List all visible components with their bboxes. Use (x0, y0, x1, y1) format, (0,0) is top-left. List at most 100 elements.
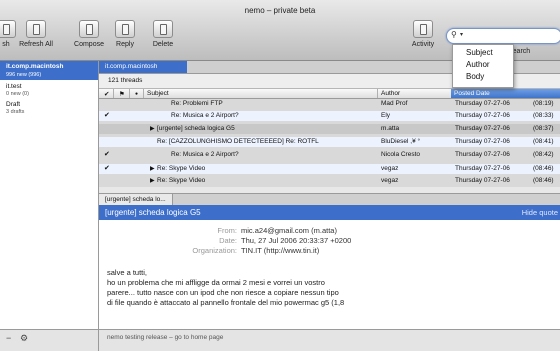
status-bar: nemo testing release – go to home page (99, 329, 560, 351)
row-date: Thursday 07-27-06 (455, 112, 510, 119)
column-header-unread[interactable]: ● (135, 91, 138, 97)
row-time: (08:37) (533, 125, 554, 132)
table-row[interactable]: ✔ ▶ Re: Skype Video vegaz Thursday 07-27… (99, 164, 560, 174)
search-scope-menu: Subject Author Body (452, 44, 514, 88)
activity-icon (413, 20, 433, 38)
reply-icon (115, 20, 135, 38)
toolbar-button-label: Compose (74, 41, 104, 48)
toolbar-button-label: Refresh All (19, 41, 53, 48)
row-subject: Re: Musica e 2 Airport? (171, 112, 239, 119)
compose-button[interactable]: Compose (70, 20, 108, 48)
sidebar: it.comp.macintosh 996 new (996) it.test … (0, 61, 99, 329)
row-subject: [urgente] scheda logica G5 (157, 125, 235, 132)
disclosure-triangle-icon[interactable]: ▶ (150, 164, 155, 174)
row-subject: Re: [CAZZOLUNGHISMO DETECTEEEED] Re: ROT… (157, 138, 319, 145)
body-line: ho un problema che mi affligge da ormai … (107, 278, 325, 287)
header-key: Date: (219, 236, 237, 245)
table-row[interactable]: Re: [CAZZOLUNGHISMO DETECTEEEED] Re: ROT… (99, 137, 560, 147)
row-author: Ely (381, 112, 391, 119)
reply-button[interactable]: Reply (111, 20, 139, 48)
row-subject: Re: Skype Video (157, 165, 206, 172)
menu-item-author[interactable]: Author (453, 59, 513, 71)
row-subject: Re: Skype Video (157, 177, 206, 184)
row-author: vegaz (381, 165, 399, 172)
sidebar-item-label: it.test (6, 83, 22, 90)
row-author: BluDiesel ,¥ ° (381, 138, 421, 145)
remove-button[interactable]: − (6, 333, 11, 343)
row-author: Nicola Cresto (381, 151, 421, 158)
column-header-subject[interactable]: Subject (147, 90, 169, 97)
row-date: Thursday 07-27-06 (455, 125, 510, 132)
sidebar-item-label: it.comp.macintosh (6, 63, 64, 70)
body-line: di file quando è attaccato al pannello f… (107, 298, 345, 307)
tab-it-comp-macintosh[interactable]: it.comp.macintosh (99, 61, 187, 73)
sidebar-item-count: 0 new (0) (6, 91, 29, 97)
row-time: (08:42) (533, 151, 554, 158)
delete-button[interactable]: Delete (147, 20, 179, 48)
disclosure-triangle-icon[interactable]: ▶ (150, 176, 155, 185)
delete-icon (153, 20, 173, 38)
body-line: parere... tutto nasce con un ipod che no… (107, 288, 339, 297)
body-line: salve a tutti, (107, 268, 148, 277)
header-key: Organization: (192, 246, 237, 255)
disclosure-triangle-icon[interactable]: ▶ (150, 124, 155, 134)
hide-quote-link[interactable]: Hide quote (522, 208, 558, 217)
row-date: Thursday 07-27-06 (455, 165, 510, 172)
window-title: nemo – private beta (244, 6, 316, 15)
sidebar-item-it-test[interactable]: it.test 0 new (0) (0, 82, 98, 100)
row-time: (08:41) (533, 138, 554, 145)
row-date: Thursday 07-27-06 (455, 138, 510, 145)
gear-icon[interactable]: ⚙ (20, 333, 28, 344)
refresh-icon (26, 20, 46, 38)
row-date: Thursday 07-27-06 (455, 151, 510, 158)
toolbar-button-label: sh (2, 41, 10, 48)
sidebar-footer: − ⚙ (0, 329, 99, 351)
row-time: (08:19) (533, 100, 554, 107)
table-row[interactable]: Re: Problemi FTP Mad Prof Thursday 07-27… (99, 99, 560, 109)
message-body: From: mic.a24@gmail.com (m.atta) Date: T… (99, 220, 560, 329)
header-value[interactable]: mic.a24@gmail.com (m.atta) (241, 226, 337, 235)
header-value: Thu, 27 Jul 2006 20:33:37 +0200 (241, 236, 352, 245)
row-time: (08:46) (533, 177, 554, 184)
table-row[interactable]: ✔ Re: Musica e 2 Airport? Nicola Cresto … (99, 150, 560, 160)
toolbar-button-label: Activity (411, 41, 435, 48)
toolbar-button-label: Reply (116, 41, 134, 48)
tab-message-preview[interactable]: [urgente] scheda lo... (99, 194, 173, 205)
row-date: Thursday 07-27-06 (455, 177, 510, 184)
menu-item-subject[interactable]: Subject (453, 47, 513, 59)
header-value: TIN.IT (http://www.tin.it) (241, 246, 320, 255)
table-row[interactable]: ▶ Re: Skype Video vegaz Thursday 07-27-0… (99, 176, 560, 185)
refresh-all-button[interactable]: Refresh All (14, 20, 58, 48)
table-row[interactable]: ✔ Re: Musica e 2 Airport? Ely Thursday 0… (99, 111, 560, 121)
column-header-label: Posted Date (454, 90, 490, 97)
search-icon[interactable]: ⚲ (451, 30, 457, 39)
row-subject: Re: Problemi FTP (171, 100, 223, 107)
sidebar-item-count: 996 new (996) (6, 72, 42, 78)
row-subject: Re: Musica e 2 Airport? (171, 151, 239, 158)
chevron-down-icon[interactable]: ▾ (460, 31, 463, 38)
search-field[interactable]: ⚲ ▾ (446, 28, 560, 44)
column-header-flag[interactable]: ⚑ (119, 90, 125, 98)
row-time: (08:33) (533, 112, 554, 119)
compose-icon (79, 20, 99, 38)
read-check-icon: ✔ (104, 112, 110, 119)
thread-list-header: ✔ ⚑ ● Subject Author Posted Date (99, 89, 560, 99)
table-row[interactable]: ▶ [urgente] scheda logica G5 m.atta Thur… (99, 124, 560, 134)
status-text[interactable]: nemo testing release – go to home page (107, 334, 223, 341)
row-author: vegaz (381, 177, 399, 184)
sidebar-item-label: Draft (6, 101, 21, 108)
activity-button[interactable]: Activity (406, 20, 440, 48)
sidebar-item-it-comp-macintosh[interactable]: it.comp.macintosh 996 new (996) (0, 61, 98, 80)
message-subject-bar: [urgente] scheda logica G5 Hide quote (99, 205, 560, 220)
thread-count: 121 threads (108, 77, 143, 84)
row-author: m.atta (381, 125, 400, 132)
toolbar-button-label: Delete (152, 41, 174, 48)
column-header-read[interactable]: ✔ (104, 90, 109, 98)
message-subject: [urgente] scheda logica G5 (105, 208, 201, 217)
column-header-author[interactable]: Author (381, 90, 400, 97)
column-header-posted-date[interactable]: Posted Date (451, 89, 560, 98)
sidebar-item-count: 3 drafts (6, 109, 25, 115)
menu-item-body[interactable]: Body (453, 71, 513, 83)
sidebar-item-draft[interactable]: Draft 3 drafts (0, 100, 98, 118)
row-author: Mad Prof (381, 100, 408, 107)
